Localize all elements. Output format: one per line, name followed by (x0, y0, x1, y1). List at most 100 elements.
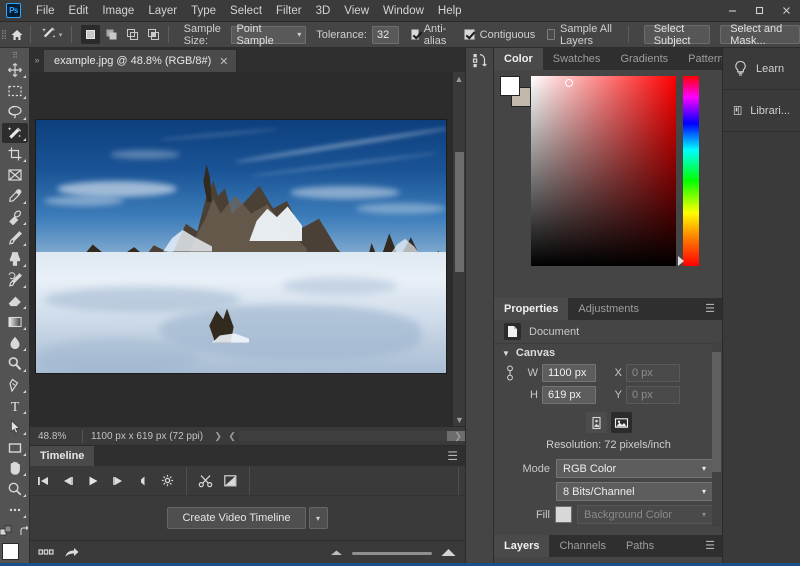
document-tab[interactable]: example.jpg @ 48.8% (RGB/8#) ✕ (44, 50, 237, 72)
panel-color-swatches[interactable] (500, 76, 531, 107)
color-field-marker[interactable] (565, 79, 573, 87)
menu-image[interactable]: Image (95, 0, 141, 22)
menu-window[interactable]: Window (376, 0, 431, 22)
select-and-mask-button[interactable]: Select and Mask... (720, 23, 800, 47)
canvas-area[interactable] (30, 72, 465, 445)
scroll-right-icon[interactable]: ❯ (451, 427, 465, 446)
menu-filter[interactable]: Filter (269, 0, 309, 22)
bit-depth-select[interactable]: 8 Bits/Channel ▾ (556, 482, 713, 501)
edit-toolbar-tool[interactable] (2, 500, 28, 520)
zoom-out-icon[interactable] (329, 548, 344, 560)
orientation-portrait-icon[interactable] (585, 412, 607, 433)
frame-tool[interactable] (2, 165, 28, 185)
properties-scroll-thumb[interactable] (712, 352, 721, 472)
rectangular-marquee-tool[interactable] (2, 81, 28, 101)
h-scroll-track[interactable] (239, 430, 451, 441)
default-colors-icon[interactable] (0, 525, 13, 539)
y-input[interactable]: 0 px (626, 386, 680, 404)
subtract-from-selection-button[interactable] (122, 25, 142, 44)
menu-file[interactable]: File (29, 0, 62, 22)
status-expand-icon[interactable]: ❯ (211, 431, 225, 442)
grid-view-icon[interactable] (38, 547, 54, 560)
scroll-up-icon[interactable]: ▲ (453, 72, 465, 85)
active-tool-preview[interactable]: ▾ (36, 26, 67, 43)
swap-colors-icon[interactable] (19, 526, 31, 538)
gradient-tool[interactable] (2, 312, 28, 332)
tab-strip-grip[interactable]: » (30, 48, 44, 72)
share-icon[interactable] (64, 546, 80, 562)
anti-alias-checkbox[interactable] (411, 29, 419, 40)
tab-channels[interactable]: Channels (549, 535, 615, 557)
orientation-landscape-icon[interactable] (610, 412, 632, 433)
close-button[interactable] (773, 0, 800, 22)
zoom-level[interactable]: 48.8% (30, 431, 82, 442)
sample-all-layers-checkbox[interactable] (547, 29, 556, 40)
width-input[interactable]: 1100 px (542, 364, 596, 382)
document-dimensions[interactable]: 1100 px x 619 px (72 ppi) (83, 431, 211, 442)
anti-alias-checkbox-wrap[interactable]: Anti-alias (411, 23, 451, 47)
type-tool[interactable]: T (2, 396, 28, 416)
hand-tool[interactable] (2, 459, 28, 479)
tab-paths[interactable]: Paths (616, 535, 664, 557)
new-selection-button[interactable] (80, 25, 100, 44)
hue-strip[interactable] (683, 76, 699, 266)
split-at-playhead-icon[interactable] (193, 467, 218, 495)
minimize-button[interactable] (719, 0, 746, 22)
tab-swatches[interactable]: Swatches (543, 48, 611, 70)
dodge-tool[interactable] (2, 354, 28, 374)
tab-adjustments[interactable]: Adjustments (568, 298, 649, 320)
scroll-left-icon[interactable]: ❮ (225, 427, 239, 446)
go-to-first-frame-icon[interactable] (30, 467, 55, 495)
transition-icon[interactable] (218, 467, 243, 495)
rail-item-libraries[interactable]: Librari... (723, 90, 800, 132)
tab-gradients[interactable]: Gradients (610, 48, 678, 70)
tab-properties[interactable]: Properties (494, 298, 569, 320)
contiguous-checkbox-wrap[interactable]: Contiguous (463, 29, 535, 41)
close-icon[interactable]: ✕ (219, 55, 228, 68)
tolerance-input[interactable]: 32 (371, 25, 400, 44)
lasso-tool[interactable] (2, 102, 28, 122)
settings-gear-icon[interactable] (155, 467, 180, 495)
panel-menu-icon[interactable]: ☰ (440, 446, 465, 466)
fill-select[interactable]: Background Color ▾ (577, 505, 713, 524)
path-selection-tool[interactable] (2, 417, 28, 437)
add-to-selection-button[interactable] (101, 25, 121, 44)
menu-view[interactable]: View (337, 0, 376, 22)
panel-foreground-color-swatch[interactable] (500, 76, 520, 96)
create-video-timeline-button[interactable]: Create Video Timeline (167, 507, 306, 529)
fill-color-swatch[interactable] (555, 506, 572, 523)
chevron-down-icon[interactable]: ▾ (308, 507, 328, 529)
vertical-scroll-thumb[interactable] (455, 152, 464, 272)
properties-scrollbar[interactable] (712, 342, 721, 527)
brush-tool[interactable] (2, 228, 28, 248)
canvas-vertical-scrollbar[interactable]: ▲ ▼ (452, 72, 465, 426)
rail-item-learn[interactable]: Learn (723, 48, 800, 90)
menu-help[interactable]: Help (431, 0, 469, 22)
pen-tool[interactable] (2, 375, 28, 395)
options-bar-grip[interactable]: ⣿ (0, 22, 8, 48)
x-input[interactable]: 0 px (626, 364, 680, 382)
sample-size-dropdown[interactable]: Point Sample ▾ (231, 23, 307, 47)
toolbar-grip[interactable]: ⠿ (0, 50, 29, 60)
blur-tool[interactable] (2, 333, 28, 353)
canvas-section-header[interactable]: ▼ Canvas (494, 344, 723, 362)
panel-menu-icon[interactable]: ☰ (697, 535, 723, 557)
audio-icon[interactable] (130, 467, 155, 495)
tab-layers[interactable]: Layers (494, 535, 550, 557)
tab-color[interactable]: Color (494, 48, 543, 70)
crop-tool[interactable] (2, 144, 28, 164)
spot-healing-brush-tool[interactable] (2, 207, 28, 227)
rectangle-tool[interactable] (2, 438, 28, 458)
panel-menu-icon[interactable]: ☰ (697, 298, 723, 320)
eyedropper-tool[interactable] (2, 186, 28, 206)
tab-timeline[interactable]: Timeline (30, 446, 95, 466)
color-mode-select[interactable]: RGB Color ▾ (556, 459, 713, 478)
clone-stamp-tool[interactable] (2, 249, 28, 269)
history-states-icon[interactable] (471, 52, 489, 73)
foreground-color-swatch[interactable] (1, 543, 19, 561)
menu-type[interactable]: Type (184, 0, 223, 22)
color-field[interactable] (531, 76, 676, 266)
height-input[interactable]: 619 px (542, 386, 596, 404)
zoom-in-icon[interactable] (440, 547, 457, 561)
go-to-next-frame-icon[interactable] (105, 467, 130, 495)
